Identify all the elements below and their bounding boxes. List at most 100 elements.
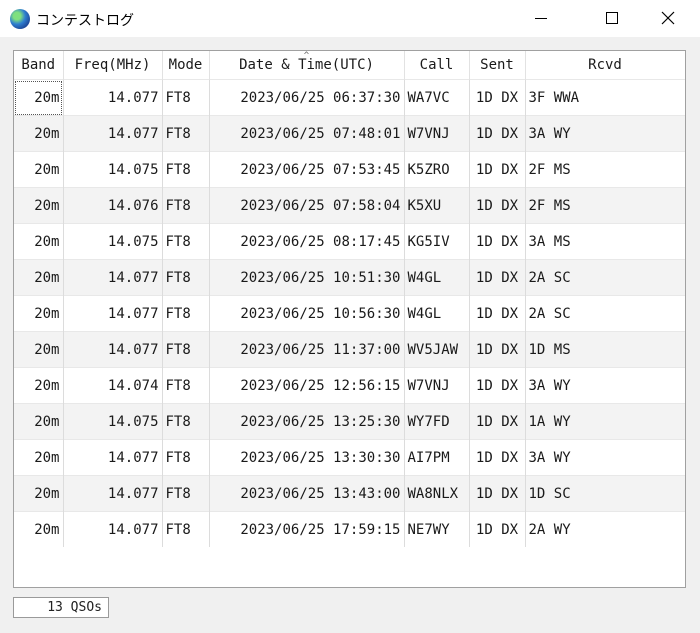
cell-band[interactable]: 20m bbox=[14, 115, 64, 152]
cell-call[interactable]: WA8NLX bbox=[404, 475, 470, 512]
close-button[interactable] bbox=[645, 0, 691, 37]
cell-rcvd[interactable]: 1D SC bbox=[525, 475, 685, 512]
cell-sent[interactable]: 1D DX bbox=[469, 367, 526, 404]
cell-band[interactable]: 20m bbox=[14, 331, 64, 368]
cell-call[interactable]: K5ZRO bbox=[404, 151, 470, 188]
cell-mode[interactable]: FT8 bbox=[162, 259, 210, 296]
cell-sent[interactable]: 1D DX bbox=[469, 439, 526, 476]
cell-mode[interactable]: FT8 bbox=[162, 115, 210, 152]
cell-mode[interactable]: FT8 bbox=[162, 367, 210, 404]
cell-freq[interactable]: 14.076 bbox=[63, 187, 163, 224]
cell-rcvd[interactable]: 3A WY bbox=[525, 115, 685, 152]
table-row[interactable]: 20m 14.077 FT8 2023/06/25 13:43:00 WA8NLX 1D … bbox=[14, 475, 685, 512]
cell-freq[interactable]: 14.077 bbox=[63, 331, 163, 368]
cell-freq[interactable]: 14.077 bbox=[63, 295, 163, 332]
cell-mode[interactable]: FT8 bbox=[162, 79, 210, 116]
table-row[interactable]: 20m 14.076 FT8 2023/06/25 07:58:04 K5XU 1D DX… bbox=[14, 187, 685, 224]
title-bar[interactable]: コンテストログ bbox=[0, 0, 700, 37]
cell-mode[interactable]: FT8 bbox=[162, 439, 210, 476]
cell-call[interactable]: W4GL bbox=[404, 259, 470, 296]
cell-rcvd[interactable]: 3A WY bbox=[525, 439, 685, 476]
cell-band[interactable]: 20m bbox=[14, 367, 64, 404]
cell-mode[interactable]: FT8 bbox=[162, 511, 210, 547]
cell-mode[interactable]: FT8 bbox=[162, 331, 210, 368]
cell-sent[interactable]: 1D DX bbox=[469, 403, 526, 440]
cell-sent[interactable]: 1D DX bbox=[469, 115, 526, 152]
cell-band[interactable]: 20m bbox=[14, 295, 64, 332]
cell-sent[interactable]: 1D DX bbox=[469, 331, 526, 368]
cell-rcvd[interactable]: 2A SC bbox=[525, 259, 685, 296]
cell-mode[interactable]: FT8 bbox=[162, 403, 210, 440]
cell-band[interactable]: 20m bbox=[14, 187, 64, 224]
cell-datetime[interactable]: 2023/06/25 10:51:30 bbox=[209, 259, 405, 296]
table-row[interactable]: 20m 14.077 FT8 2023/06/25 10:56:30 W4GL 1D DX… bbox=[14, 295, 685, 332]
cell-rcvd[interactable]: 3A WY bbox=[525, 367, 685, 404]
cell-sent[interactable]: 1D DX bbox=[469, 295, 526, 332]
cell-band[interactable]: 20m bbox=[14, 79, 64, 116]
cell-mode[interactable]: FT8 bbox=[162, 151, 210, 188]
cell-datetime[interactable]: 2023/06/25 07:53:45 bbox=[209, 151, 405, 188]
cell-call[interactable]: W4GL bbox=[404, 295, 470, 332]
column-header-freq[interactable]: Freq(MHz) bbox=[63, 51, 163, 80]
column-header-mode[interactable]: Mode bbox=[162, 51, 210, 80]
cell-rcvd[interactable]: 1A WY bbox=[525, 403, 685, 440]
cell-mode[interactable]: FT8 bbox=[162, 475, 210, 512]
cell-sent[interactable]: 1D DX bbox=[469, 475, 526, 512]
cell-band[interactable]: 20m bbox=[14, 511, 64, 547]
cell-sent[interactable]: 1D DX bbox=[469, 79, 526, 116]
cell-datetime[interactable]: 2023/06/25 13:30:30 bbox=[209, 439, 405, 476]
cell-band[interactable]: 20m bbox=[14, 223, 64, 260]
cell-band[interactable]: 20m bbox=[14, 475, 64, 512]
cell-rcvd[interactable]: 1D MS bbox=[525, 331, 685, 368]
cell-sent[interactable]: 1D DX bbox=[469, 223, 526, 260]
cell-freq[interactable]: 14.075 bbox=[63, 223, 163, 260]
cell-call[interactable]: WA7VC bbox=[404, 79, 470, 116]
cell-call[interactable]: WV5JAW bbox=[404, 331, 470, 368]
cell-datetime[interactable]: 2023/06/25 11:37:00 bbox=[209, 331, 405, 368]
cell-freq[interactable]: 14.077 bbox=[63, 439, 163, 476]
cell-call[interactable]: K5XU bbox=[404, 187, 470, 224]
maximize-button[interactable] bbox=[589, 0, 635, 37]
table-row[interactable]: 20m 14.075 FT8 2023/06/25 07:53:45 K5ZRO 1D D… bbox=[14, 151, 685, 188]
cell-band[interactable]: 20m bbox=[14, 439, 64, 476]
cell-datetime[interactable]: 2023/06/25 13:43:00 bbox=[209, 475, 405, 512]
cell-call[interactable]: AI7PM bbox=[404, 439, 470, 476]
column-header-band[interactable]: Band bbox=[14, 51, 64, 80]
cell-freq[interactable]: 14.077 bbox=[63, 115, 163, 152]
cell-band[interactable]: 20m bbox=[14, 259, 64, 296]
column-header-call[interactable]: Call bbox=[404, 51, 470, 80]
cell-call[interactable]: W7VNJ bbox=[404, 115, 470, 152]
cell-freq[interactable]: 14.075 bbox=[63, 151, 163, 188]
cell-datetime[interactable]: 2023/06/25 12:56:15 bbox=[209, 367, 405, 404]
cell-call[interactable]: KG5IV bbox=[404, 223, 470, 260]
cell-rcvd[interactable]: 2A SC bbox=[525, 295, 685, 332]
cell-call[interactable]: WY7FD bbox=[404, 403, 470, 440]
cell-call[interactable]: NE7WY bbox=[404, 511, 470, 547]
table-row[interactable]: 20m 14.075 FT8 2023/06/25 13:25:30 WY7FD 1D D… bbox=[14, 403, 685, 440]
cell-rcvd[interactable]: 3A MS bbox=[525, 223, 685, 260]
table-row[interactable]: 20m 14.077 FT8 2023/06/25 07:48:01 W7VNJ 1D D… bbox=[14, 115, 685, 152]
cell-freq[interactable]: 14.077 bbox=[63, 79, 163, 116]
qso-log-grid[interactable]: Band Freq(MHz) Mode ^ Date & Time(UTC) Ca… bbox=[13, 50, 686, 588]
cell-sent[interactable]: 1D DX bbox=[469, 259, 526, 296]
table-row[interactable]: 20m 14.077 FT8 2023/06/25 17:59:15 NE7WY 1D D… bbox=[14, 511, 685, 547]
column-header-sent[interactable]: Sent bbox=[469, 51, 526, 80]
table-row[interactable]: 20m 14.077 FT8 2023/06/25 10:51:30 W4GL 1D DX… bbox=[14, 259, 685, 296]
cell-sent[interactable]: 1D DX bbox=[469, 511, 526, 547]
cell-datetime[interactable]: 2023/06/25 06:37:30 bbox=[209, 79, 405, 116]
cell-freq[interactable]: 14.077 bbox=[63, 259, 163, 296]
cell-mode[interactable]: FT8 bbox=[162, 295, 210, 332]
cell-datetime[interactable]: 2023/06/25 07:58:04 bbox=[209, 187, 405, 224]
cell-datetime[interactable]: 2023/06/25 10:56:30 bbox=[209, 295, 405, 332]
cell-rcvd[interactable]: 2F MS bbox=[525, 151, 685, 188]
cell-rcvd[interactable]: 3F WWA bbox=[525, 79, 685, 116]
table-row[interactable]: 20m 14.074 FT8 2023/06/25 12:56:15 W7VNJ 1D D… bbox=[14, 367, 685, 404]
cell-band[interactable]: 20m bbox=[14, 403, 64, 440]
cell-mode[interactable]: FT8 bbox=[162, 223, 210, 260]
table-row[interactable]: 20m 14.077 FT8 2023/06/25 13:30:30 AI7PM 1D D… bbox=[14, 439, 685, 476]
cell-freq[interactable]: 14.074 bbox=[63, 367, 163, 404]
table-row[interactable]: 20m 14.077 FT8 2023/06/25 11:37:00 WV5JAW 1D … bbox=[14, 331, 685, 368]
cell-rcvd[interactable]: 2F MS bbox=[525, 187, 685, 224]
cell-datetime[interactable]: 2023/06/25 17:59:15 bbox=[209, 511, 405, 547]
cell-call[interactable]: W7VNJ bbox=[404, 367, 470, 404]
